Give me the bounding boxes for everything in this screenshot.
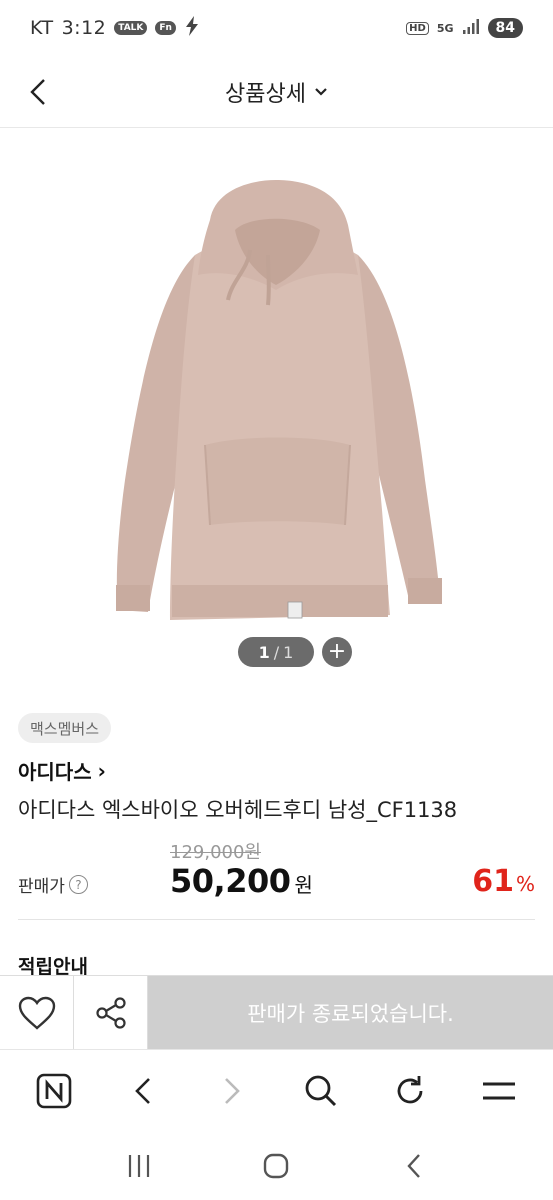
sale-price: 50,200 원	[170, 862, 313, 900]
page-title: 상품상세	[225, 81, 306, 107]
status-left: KT 3:12 TALK Fn	[30, 15, 200, 41]
plus-icon: +	[327, 639, 347, 664]
help-icon[interactable]: ?	[68, 875, 88, 894]
product-image[interactable]	[100, 180, 453, 625]
discount-value: 61	[472, 864, 514, 899]
clock: 3:12	[61, 17, 107, 39]
currency-unit: 원	[294, 873, 313, 897]
current-page: 1	[258, 642, 270, 662]
naver-home-button[interactable]	[30, 1067, 78, 1115]
signal-icon	[462, 18, 480, 38]
refresh-icon	[397, 1075, 423, 1103]
refresh-button[interactable]	[386, 1067, 434, 1115]
arrow-left-icon	[135, 1077, 151, 1104]
heart-icon	[18, 996, 55, 1030]
sold-out-button: 판매가 종료되었습니다.	[148, 976, 553, 1049]
back-arrow-icon	[407, 1153, 421, 1178]
discount-rate: 61 %	[472, 864, 535, 899]
chevron-left-icon	[30, 79, 45, 105]
search-button[interactable]	[297, 1067, 345, 1115]
home-icon	[264, 1153, 289, 1178]
product-name: 아디다스 엑스바이오 오버헤드후디 남성_CF1138	[18, 798, 458, 822]
wishlist-button[interactable]	[0, 976, 74, 1050]
system-navigation	[0, 1131, 553, 1200]
chevron-down-icon	[315, 87, 327, 96]
brand-link[interactable]: 아디다스 ›	[18, 756, 106, 785]
hoodie-image	[116, 180, 442, 620]
system-back-button[interactable]	[392, 1144, 436, 1188]
percent-sign: %	[515, 872, 535, 896]
home-button[interactable]	[254, 1144, 298, 1188]
app-notification-icon: Fn	[155, 21, 176, 35]
page-separator: /	[273, 642, 280, 662]
browser-forward-button[interactable]	[208, 1067, 256, 1115]
hd-icon: HD	[406, 21, 429, 35]
total-pages: 1	[283, 642, 294, 662]
search-icon	[305, 1075, 336, 1106]
battery-indicator: 84	[487, 18, 523, 38]
membership-tag: 맥스멤버스	[18, 713, 112, 743]
price-label: 판매가	[18, 877, 65, 897]
carrier-label: KT	[30, 17, 54, 39]
hamburger-menu-icon	[482, 1082, 515, 1099]
page-title-dropdown[interactable]: 상품상세	[225, 76, 328, 108]
share-icon	[95, 997, 126, 1029]
page-indicator: 1 / 1	[238, 637, 314, 667]
menu-button[interactable]	[475, 1067, 523, 1115]
gallery-pager: 1 / 1 +	[238, 637, 352, 667]
price-label-group: 판매가 ?	[18, 872, 88, 897]
back-button[interactable]	[22, 76, 54, 108]
arrow-right-icon	[225, 1077, 240, 1104]
browser-toolbar	[0, 1049, 553, 1131]
bolt-icon	[184, 15, 200, 41]
original-price: 129,000원	[170, 842, 261, 863]
sale-price-value: 50,200	[170, 862, 291, 900]
app-header: 상품상세	[0, 56, 553, 128]
recent-apps-button[interactable]	[117, 1144, 161, 1188]
talk-notification-icon: TALK	[114, 21, 148, 35]
action-bar: 판매가 종료되었습니다.	[0, 975, 553, 1050]
chevron-right-icon: ›	[97, 758, 106, 783]
browser-back-button[interactable]	[119, 1067, 167, 1115]
recent-apps-icon	[128, 1154, 149, 1177]
status-right: HD 5G 84	[406, 18, 523, 38]
divider	[18, 919, 535, 920]
network-type: 5G	[436, 21, 454, 35]
naver-n-icon	[37, 1073, 72, 1108]
status-bar: KT 3:12 TALK Fn HD 5G 84	[0, 0, 553, 56]
share-button[interactable]	[74, 976, 148, 1050]
brand-name: 아디다스	[18, 760, 92, 784]
zoom-button[interactable]: +	[322, 637, 352, 667]
